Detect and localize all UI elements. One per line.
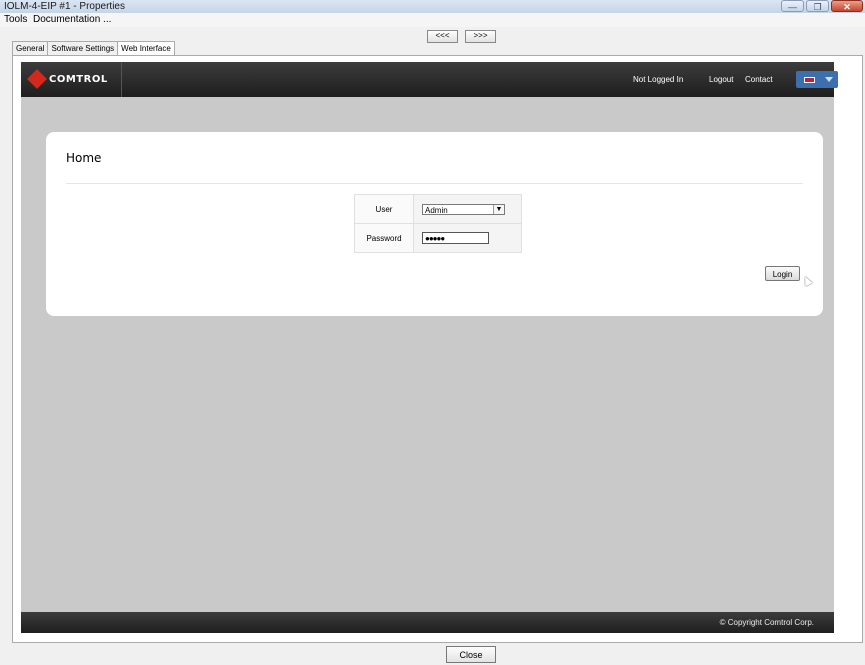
comtrol-logo[interactable]: COMTROL [27,69,108,89]
flag-icon [804,77,815,83]
login-status: Not Logged In [633,75,684,84]
page-title: Home [66,151,102,165]
restore-button[interactable]: ❐ [806,0,829,12]
web-interface-frame: COMTROL Not Logged In Logout Contact Hom… [21,62,838,633]
user-label: User [354,194,414,224]
chevron-down-icon [825,77,833,82]
next-button[interactable]: >>> [465,30,496,43]
mouse-pointer-icon [801,274,813,287]
user-select[interactable]: Admin ▼ [422,203,505,215]
tab-software-settings[interactable]: Software Settings [47,41,119,56]
tab-general[interactable]: General [12,41,49,56]
password-label: Password [354,223,414,253]
window-title: IOLM-4-EIP #1 - Properties [4,1,125,12]
user-field-cell: Admin ▼ [413,194,522,224]
contact-link[interactable]: Contact [745,75,773,84]
copyright-text: © Copyright Comtrol Corp. [719,618,814,627]
menu-documentation[interactable]: Documentation ... [33,13,111,27]
logo-diamond-icon [27,69,47,89]
dropdown-arrow-icon[interactable]: ▼ [493,204,504,214]
minimize-button[interactable]: — [781,0,804,12]
menu-tools[interactable]: Tools [4,13,27,27]
window-controls: — ❐ ✕ [781,0,863,12]
password-field-cell: ●●●●● [413,223,522,253]
logo-text: COMTROL [49,73,108,85]
header-divider [121,62,122,97]
page-navigation: <<< >>> [427,30,496,43]
web-footer: © Copyright Comtrol Corp. [21,612,834,633]
close-window-button[interactable]: ✕ [831,0,863,12]
user-select-value: Admin [425,205,448,215]
close-button[interactable]: Close [446,646,496,663]
login-form: User Admin ▼ Password ●●●●● [354,194,522,253]
logout-link[interactable]: Logout [709,75,733,84]
previous-button[interactable]: <<< [427,30,458,43]
title-divider [66,183,803,184]
tab-bar: General Software Settings Web Interface [12,41,175,57]
window-titlebar: IOLM-4-EIP #1 - Properties — ❐ ✕ [0,0,865,13]
password-input[interactable]: ●●●●● [422,232,489,244]
login-button[interactable]: Login [765,266,800,281]
web-header: COMTROL Not Logged In Logout Contact [21,62,838,97]
language-selector[interactable] [796,71,838,88]
menu-bar: Tools Documentation ... [0,13,865,27]
home-card: Home User Admin ▼ Password ●●●●● Login [46,132,823,316]
